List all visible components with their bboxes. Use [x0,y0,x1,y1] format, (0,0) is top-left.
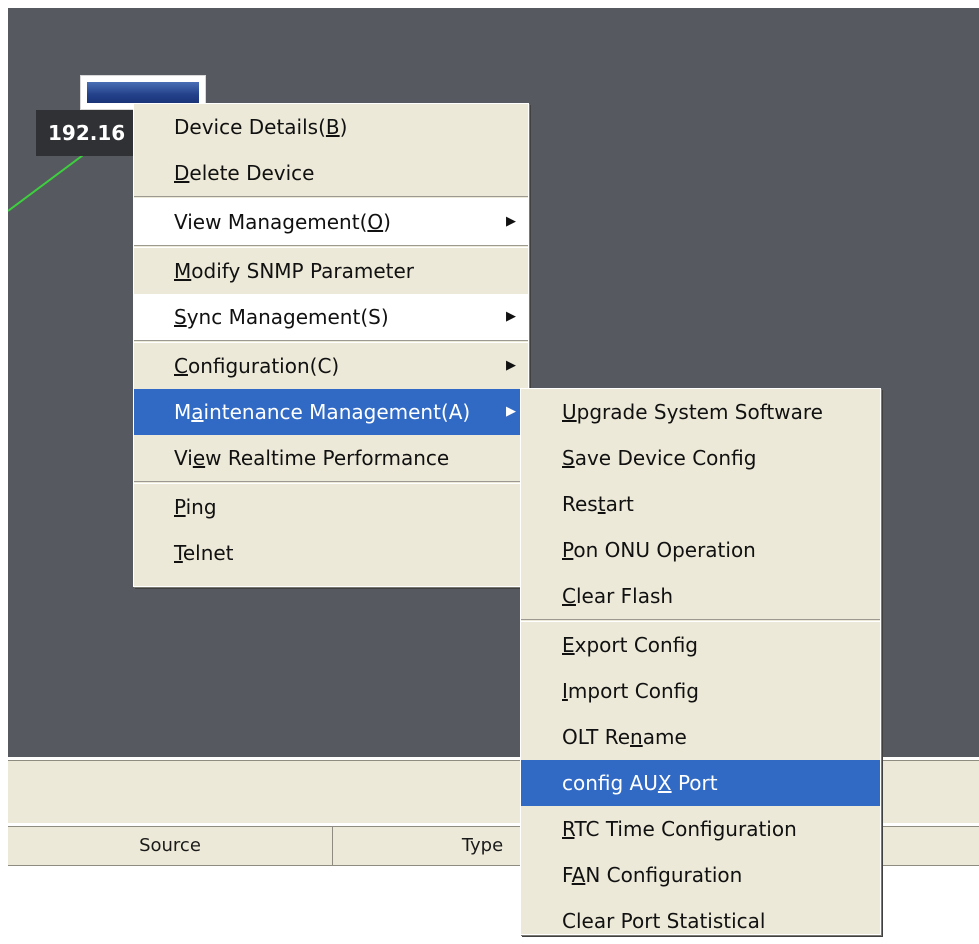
menu-item-mnemonic: e [192,446,206,470]
submenu-item-config-aux-port[interactable]: config AUX Port [521,760,880,806]
menu-item-mnemonic: C [562,584,576,608]
maintenance-submenu: Upgrade System Software Save Device Conf… [520,388,881,935]
menu-item-label: ame [642,725,687,749]
menu-item-telnet[interactable]: Telnet [134,530,528,576]
menu-item-mnemonic: D [174,161,190,185]
submenu-item-restart[interactable]: Restart [521,481,880,527]
submenu-arrow-icon: ▶ [506,358,516,373]
menu-item-label: config AU [562,771,658,795]
menu-item-device-details[interactable]: Device Details(B) [134,104,528,150]
menu-item-label: M [174,400,192,424]
menu-item-label: mport Config [567,679,699,703]
menu-item-label: OLT Re [562,725,631,749]
submenu-arrow-icon: ▶ [506,214,516,229]
menu-item-mnemonic: P [562,538,574,562]
menu-item-label: ) [383,210,391,234]
submenu-item-fan-configuration[interactable]: FAN Configuration [521,852,880,898]
submenu-item-clear-port-statistical[interactable]: Clear Port Statistical [521,898,880,944]
menu-item-maintenance-management[interactable]: Maintenance Management(A) ▶ [134,389,528,435]
menu-item-label: onfiguration(C) [187,354,340,378]
menu-item-label: elnet [182,541,234,565]
menu-item-mnemonic: S [562,446,575,470]
menu-item-label: ave Device Config [574,446,757,470]
column-header-source[interactable]: Source [8,827,333,865]
menu-item-mnemonic: C [174,354,188,378]
submenu-item-olt-rename[interactable]: OLT Rename [521,714,880,760]
menu-item-modify-snmp[interactable]: Modify SNMP Parameter [134,248,528,294]
menu-item-mnemonic: R [562,817,575,841]
menu-item-mnemonic: U [562,400,577,424]
menu-item-view-management[interactable]: View Management(O) ▶ [134,199,528,245]
submenu-arrow-icon: ▶ [506,404,516,419]
menu-item-mnemonic: a [191,400,204,424]
menu-item-ping[interactable]: Ping [134,484,528,530]
menu-item-label: elete Device [189,161,315,185]
menu-item-delete-device[interactable]: Delete Device [134,150,528,196]
menu-item-label: Clear Port Statistical [562,909,766,933]
menu-item-mnemonic: M [174,259,192,283]
menu-item-label: ync Management(S) [186,305,389,329]
submenu-item-export-config[interactable]: Export Config [521,622,880,668]
submenu-item-rtc-time-configuration[interactable]: RTC Time Configuration [521,806,880,852]
menu-item-mnemonic: A [571,863,586,887]
submenu-item-clear-flash[interactable]: Clear Flash [521,573,880,619]
menu-item-label: intenance Management(A) [203,400,471,424]
submenu-item-import-config[interactable]: Import Config [521,668,880,714]
menu-item-mnemonic: E [562,633,575,657]
menu-item-label: on ONU Operation [573,538,756,562]
menu-item-mnemonic: S [174,305,187,329]
menu-item-mnemonic: T [174,541,183,565]
menu-item-label: art [605,492,634,516]
submenu-item-save-device-config[interactable]: Save Device Config [521,435,880,481]
device-screen [87,82,199,103]
menu-item-label: View Management( [174,210,368,234]
menu-item-label: ing [185,495,217,519]
menu-item-mnemonic: t [597,492,606,516]
menu-item-label: odify SNMP Parameter [191,259,415,283]
menu-item-label: Device Details( [174,115,326,139]
menu-item-label: F [562,863,572,887]
menu-item-label: Res [562,492,598,516]
menu-item-label: Vi [174,446,193,470]
menu-item-view-realtime-performance[interactable]: View Realtime Performance [134,435,528,481]
menu-item-mnemonic: O [367,210,384,234]
submenu-item-pon-onu-operation[interactable]: Pon ONU Operation [521,527,880,573]
menu-item-label: xport Config [574,633,698,657]
menu-item-label: Port [671,771,718,795]
device-ip-label[interactable]: 192.16 [36,110,136,156]
submenu-arrow-icon: ▶ [506,309,516,324]
menu-item-mnemonic: n [630,725,643,749]
menu-item-mnemonic: X [657,771,672,795]
menu-item-label: ) [339,115,348,139]
menu-item-label: lear Flash [575,584,674,608]
menu-item-label: pgrade System Software [576,400,823,424]
menu-item-mnemonic: P [174,495,186,519]
menu-item-sync-management[interactable]: Sync Management(S) ▶ [134,294,528,340]
menu-item-configuration[interactable]: Configuration(C) ▶ [134,343,528,389]
device-context-menu: Device Details(B) Delete Device View Man… [133,103,529,587]
menu-item-label: w Realtime Performance [205,446,450,470]
submenu-item-upgrade-system-software[interactable]: Upgrade System Software [521,389,880,435]
menu-item-mnemonic: B [325,115,340,139]
menu-item-label: TC Time Configuration [574,817,797,841]
menu-item-label: N Configuration [585,863,743,887]
